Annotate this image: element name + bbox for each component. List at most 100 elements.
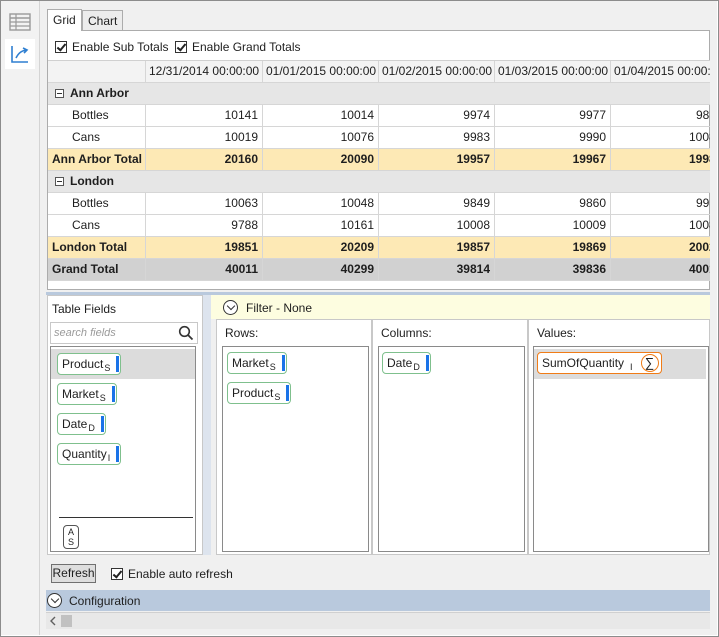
field-market[interactable]: Market S	[57, 383, 117, 405]
column-header[interactable]: 01/01/2015 00:00:00	[263, 61, 379, 82]
chevron-down-icon[interactable]	[223, 300, 238, 315]
tab-chart-label: Chart	[88, 14, 118, 28]
subtotal-cell: 20209	[263, 237, 379, 258]
row-label: Bottles	[48, 105, 146, 126]
sort-label-top: A	[67, 527, 74, 537]
field-date[interactable]: Date D	[57, 413, 106, 435]
value-cell: 10063	[146, 193, 263, 214]
value-field-sumofquantity[interactable]: SumOfQuantity I ∑	[537, 352, 662, 374]
field-name: Market	[62, 387, 99, 401]
value-cell: 10019	[146, 127, 263, 148]
field-type: D	[88, 423, 95, 433]
value-cell: 10014	[263, 105, 379, 126]
grid-view-icon[interactable]	[5, 7, 35, 37]
enable-sub-totals-checkbox[interactable]: Enable Sub Totals	[55, 40, 169, 54]
group-row-ann-arbor: Ann Arbor	[48, 83, 710, 105]
chevron-down-icon[interactable]	[47, 593, 62, 608]
subtotal-cell: 19869	[495, 237, 611, 258]
enable-grand-totals-checkbox[interactable]: Enable Grand Totals	[175, 40, 301, 54]
tab-grid-label: Grid	[53, 13, 76, 27]
field-type: S	[104, 363, 111, 373]
grand-total-label: Grand Total	[48, 259, 146, 280]
row-label: Cans	[48, 127, 146, 148]
values-drop-area[interactable]: SumOfQuantity I ∑	[533, 346, 709, 552]
tab-chart[interactable]: Chart	[82, 10, 124, 30]
value-cell: 10076	[263, 127, 379, 148]
table-row: Bottles 10141 10014 9974 9977 988	[48, 105, 710, 127]
subtotal-label: London Total	[48, 237, 146, 258]
column-header[interactable]: 01/04/2015 00:00:00	[611, 61, 710, 82]
tab-grid[interactable]: Grid	[47, 9, 82, 31]
field-name: Date	[387, 356, 413, 370]
value-cell: 10009	[495, 215, 611, 236]
sort-alphabetical-button[interactable]: A S	[63, 525, 79, 549]
field-type: I	[630, 362, 633, 372]
subtotal-cell: 20160	[146, 149, 263, 170]
scroll-left-arrow-icon[interactable]	[46, 613, 60, 629]
panel-splitter[interactable]	[203, 295, 211, 555]
field-product[interactable]: Product S	[57, 353, 122, 375]
field-handle	[286, 385, 290, 401]
rows-drop-area[interactable]: Market S Product S	[222, 346, 369, 552]
pivot-config-icon[interactable]	[5, 39, 35, 69]
column-header-row: 12/31/2014 00:00:00 01/01/2015 00:00:00 …	[48, 61, 710, 83]
column-header[interactable]: 01/03/2015 00:00:00	[495, 61, 611, 82]
search-placeholder: search fields	[54, 327, 116, 339]
value-cell: 9788	[146, 215, 263, 236]
collapse-icon[interactable]	[55, 89, 64, 98]
search-fields-input[interactable]: search fields	[50, 322, 198, 344]
values-zone-label: Values:	[537, 326, 577, 340]
column-header[interactable]: 12/31/2014 00:00:00	[146, 61, 263, 82]
fields-list: Product S Market S Date D Quantity I A S	[50, 346, 196, 552]
value-cell: 10048	[263, 193, 379, 214]
value-cell: 9860	[495, 193, 611, 214]
column-header[interactable]: 01/02/2015 00:00:00	[379, 61, 495, 82]
subtotal-cell: 1998	[611, 149, 710, 170]
field-type: D	[413, 362, 420, 372]
enable-auto-refresh-checkbox[interactable]: Enable auto refresh	[111, 567, 233, 581]
sum-aggregate-icon[interactable]: ∑	[640, 354, 659, 372]
refresh-button[interactable]: Refresh	[51, 564, 96, 583]
row-field-product[interactable]: Product S	[227, 382, 292, 404]
value-cell: 9990	[495, 127, 611, 148]
grand-total-cell: 40011	[146, 259, 263, 280]
group-label: Ann Arbor	[70, 86, 129, 100]
table-fields-panel: Table Fields search fields Product S Mark…	[47, 295, 203, 555]
scroll-thumb[interactable]	[61, 615, 72, 627]
field-quantity[interactable]: Quantity I	[57, 443, 122, 465]
value-cell: 10161	[263, 215, 379, 236]
filter-bar[interactable]: Filter - None	[211, 295, 710, 319]
group-label: London	[70, 174, 114, 188]
row-field-market[interactable]: Market S	[227, 352, 287, 374]
grand-total-cell: 4001	[611, 259, 710, 280]
checkbox-checked-icon	[111, 568, 123, 580]
horizontal-scrollbar[interactable]	[46, 612, 710, 629]
field-name: Product	[62, 357, 104, 371]
column-field-date[interactable]: Date D	[382, 352, 431, 374]
field-type: I	[107, 453, 111, 463]
value-cell: 9849	[379, 193, 495, 214]
value-cell: 1008	[611, 215, 710, 236]
subtotal-row: Ann Arbor Total 20160 20090 19957 19967 …	[48, 149, 710, 171]
checkbox-checked-icon	[55, 41, 67, 53]
field-type: S	[274, 392, 281, 402]
enable-sub-totals-label: Enable Sub Totals	[72, 40, 169, 54]
subtotal-cell: 19967	[495, 149, 611, 170]
grand-total-cell: 39836	[495, 259, 611, 280]
group-row-london: London	[48, 171, 710, 193]
value-cell: 993	[611, 193, 710, 214]
corner-cell	[48, 61, 146, 82]
columns-drop-area[interactable]: Date D	[378, 346, 525, 552]
field-name: Date	[62, 417, 88, 431]
grand-total-cell: 40299	[263, 259, 379, 280]
subtotal-row: London Total 19851 20209 19857 19869 200…	[48, 237, 710, 259]
subtotal-cell: 19857	[379, 237, 495, 258]
checkbox-checked-icon	[175, 41, 187, 53]
configuration-header[interactable]: Configuration	[46, 590, 710, 611]
table-row: Bottles 10063 10048 9849 9860 993	[48, 193, 710, 215]
pivot-grid[interactable]: 12/31/2014 00:00:00 01/01/2015 00:00:00 …	[48, 60, 710, 283]
subtotal-label: Ann Arbor Total	[48, 149, 146, 170]
collapse-icon[interactable]	[55, 177, 64, 186]
field-handle	[281, 355, 285, 371]
values-zone: Values: SumOfQuantity I ∑	[528, 319, 710, 555]
